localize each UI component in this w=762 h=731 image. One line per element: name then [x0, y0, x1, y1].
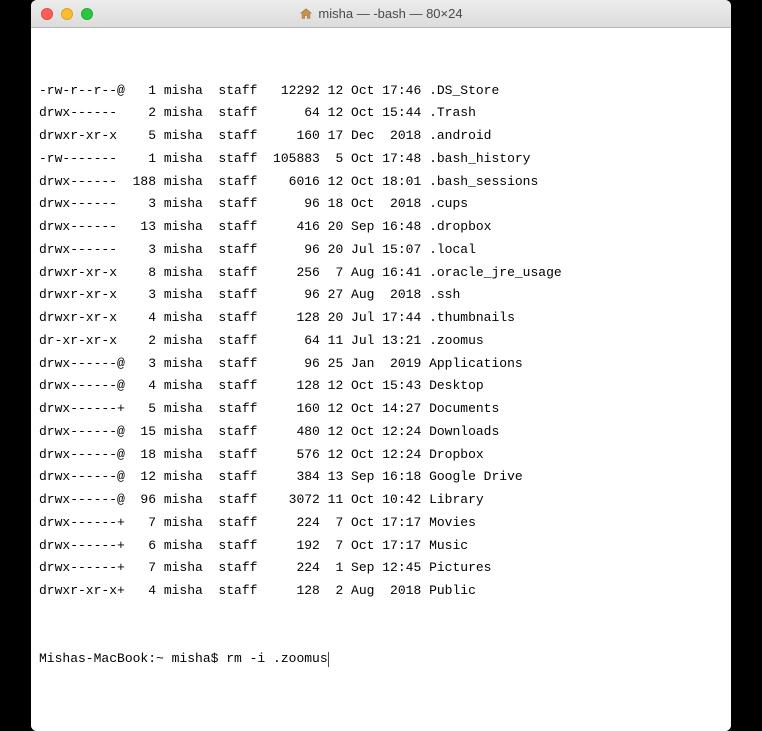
list-row: drwx------ 3 misha staff 96 18 Oct 2018 … [39, 193, 723, 216]
list-row: drwx------ 188 misha staff 6016 12 Oct 1… [39, 171, 723, 194]
terminal-output[interactable]: -rw-r--r--@ 1 misha staff 12292 12 Oct 1… [31, 28, 731, 731]
file-listing: -rw-r--r--@ 1 misha staff 12292 12 Oct 1… [39, 80, 723, 603]
list-row: drwx------@ 4 misha staff 128 12 Oct 15:… [39, 375, 723, 398]
list-row: -rw------- 1 misha staff 105883 5 Oct 17… [39, 148, 723, 171]
prompt-text: Mishas-MacBook:~ misha$ rm -i .zoomus [39, 648, 328, 671]
list-row: drwxr-xr-x 3 misha staff 96 27 Aug 2018 … [39, 284, 723, 307]
list-row: dr-xr-xr-x 2 misha staff 64 11 Jul 13:21… [39, 330, 723, 353]
list-row: drwx------@ 96 misha staff 3072 11 Oct 1… [39, 489, 723, 512]
list-row: drwx------+ 7 misha staff 224 1 Sep 12:4… [39, 557, 723, 580]
list-row: drwx------ 13 misha staff 416 20 Sep 16:… [39, 216, 723, 239]
list-row: drwxr-xr-x+ 4 misha staff 128 2 Aug 2018… [39, 580, 723, 603]
list-row: -rw-r--r--@ 1 misha staff 12292 12 Oct 1… [39, 80, 723, 103]
traffic-lights [31, 8, 93, 20]
list-row: drwx------+ 6 misha staff 192 7 Oct 17:1… [39, 535, 723, 558]
titlebar[interactable]: misha — -bash — 80×24 [31, 0, 731, 28]
list-row: drwx------+ 5 misha staff 160 12 Oct 14:… [39, 398, 723, 421]
list-row: drwx------ 3 misha staff 96 20 Jul 15:07… [39, 239, 723, 262]
list-row: drwx------@ 12 misha staff 384 13 Sep 16… [39, 466, 723, 489]
list-row: drwx------@ 3 misha staff 96 25 Jan 2019… [39, 353, 723, 376]
list-row: drwx------@ 18 misha staff 576 12 Oct 12… [39, 444, 723, 467]
list-row: drwxr-xr-x 4 misha staff 128 20 Jul 17:4… [39, 307, 723, 330]
window-title-wrap: misha — -bash — 80×24 [31, 6, 731, 21]
home-icon [299, 7, 313, 21]
list-row: drwx------ 2 misha staff 64 12 Oct 15:44… [39, 102, 723, 125]
list-row: drwxr-xr-x 5 misha staff 160 17 Dec 2018… [39, 125, 723, 148]
terminal-window: misha — -bash — 80×24 -rw-r--r--@ 1 mish… [31, 0, 731, 731]
list-row: drwxr-xr-x 8 misha staff 256 7 Aug 16:41… [39, 262, 723, 285]
maximize-button[interactable] [81, 8, 93, 20]
minimize-button[interactable] [61, 8, 73, 20]
list-row: drwx------+ 7 misha staff 224 7 Oct 17:1… [39, 512, 723, 535]
list-row: drwx------@ 15 misha staff 480 12 Oct 12… [39, 421, 723, 444]
cursor [328, 652, 329, 667]
prompt-line[interactable]: Mishas-MacBook:~ misha$ rm -i .zoomus [39, 648, 723, 671]
close-button[interactable] [41, 8, 53, 20]
window-title: misha — -bash — 80×24 [318, 6, 462, 21]
